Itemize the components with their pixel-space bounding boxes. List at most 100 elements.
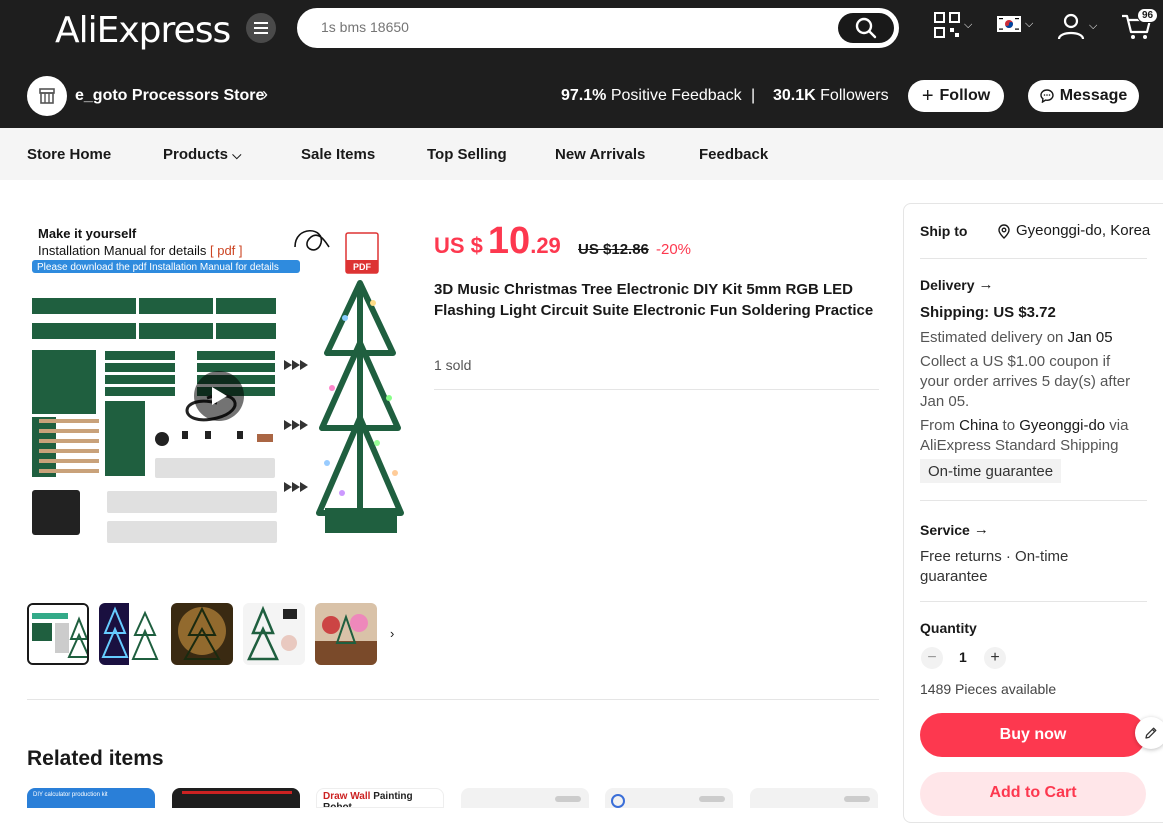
account-button[interactable]: ⌵ bbox=[1057, 12, 1097, 40]
nav-sale-items[interactable]: Sale Items bbox=[301, 146, 375, 163]
divider bbox=[920, 500, 1147, 501]
menu-button[interactable] bbox=[246, 13, 276, 43]
store-avatar[interactable] bbox=[27, 76, 67, 116]
coupon-line-2: your order arrives 5 day(s) after bbox=[920, 373, 1131, 390]
play-video-button[interactable] bbox=[194, 371, 244, 421]
pencil-icon bbox=[1145, 727, 1157, 739]
shipping-route: From China to Gyeonggi-do via bbox=[920, 416, 1128, 436]
delivery-link[interactable]: Delivery → bbox=[920, 276, 993, 293]
followers-count: 30.1K Followers bbox=[773, 87, 889, 105]
divider bbox=[920, 258, 1147, 259]
service-line-1: Free returns · On-time bbox=[920, 548, 1069, 565]
chevron-down-icon: ⌵ bbox=[1025, 17, 1034, 30]
from-to: to bbox=[998, 417, 1020, 434]
arrow-right-icon: → bbox=[973, 521, 989, 538]
current-price: US $10.29 bbox=[434, 220, 561, 263]
nav-products[interactable]: Products ⌵ bbox=[163, 146, 241, 163]
search-icon bbox=[855, 17, 877, 39]
ship-to-value: Gyeonggi-do, Korea bbox=[1016, 222, 1151, 239]
sold-count: 1 sold bbox=[434, 357, 472, 373]
chevron-down-icon: ⌵ bbox=[232, 148, 242, 162]
from-dest: Gyeonggi-do bbox=[1019, 417, 1106, 434]
location-pin-icon bbox=[998, 223, 1010, 239]
plus-icon: + bbox=[921, 84, 934, 107]
coupon-line-3: Jan 05. bbox=[920, 393, 970, 410]
price-decimal: .29 bbox=[530, 233, 561, 258]
ship-to-label: Ship to bbox=[920, 223, 968, 239]
message-label: Message bbox=[1059, 87, 1128, 104]
thumbnail-image bbox=[29, 605, 87, 663]
from-country: China bbox=[959, 417, 999, 434]
ship-to-selector[interactable]: Gyeonggi-do, Korea bbox=[998, 221, 1150, 241]
aliexpress-logo[interactable]: AliExpress bbox=[55, 10, 231, 51]
thumbnail-3[interactable] bbox=[171, 603, 233, 665]
follow-button[interactable]: + Follow bbox=[908, 80, 1004, 112]
feedback-edit-button[interactable] bbox=[1135, 717, 1163, 749]
related-item-card[interactable] bbox=[750, 788, 878, 808]
store-nav: Store Home Products ⌵ Sale Items Top Sel… bbox=[0, 128, 1163, 180]
quantity-decrease-button[interactable]: − bbox=[921, 647, 943, 669]
divider bbox=[27, 699, 879, 700]
divider: | bbox=[751, 87, 756, 104]
site-header: AliExpress ⌵ ⌵ ⌵ 96 e_goto Processors St… bbox=[0, 0, 1163, 128]
chat-bubble-icon bbox=[1040, 89, 1054, 103]
qr-code-button[interactable]: ⌵ bbox=[934, 12, 972, 38]
nav-store-home[interactable]: Store Home bbox=[27, 146, 111, 163]
gallery-heading-2-prefix: Installation Manual for details bbox=[38, 243, 210, 258]
buy-now-button[interactable]: Buy now bbox=[920, 713, 1146, 757]
est-prefix: Estimated delivery on bbox=[920, 329, 1068, 346]
related-item-card[interactable]: DIY calculator production kit bbox=[27, 788, 155, 808]
cart-count-badge: 96 bbox=[1137, 8, 1159, 23]
chevron-down-icon: ⌵ bbox=[964, 18, 973, 31]
user-icon bbox=[1057, 13, 1085, 40]
followers-value: 30.1K bbox=[773, 87, 816, 104]
search-box bbox=[297, 8, 899, 48]
related-item-text-a: Draw Wall bbox=[323, 791, 374, 802]
store-name-link[interactable]: e_goto Processors Store bbox=[75, 87, 264, 105]
thumbnail-image bbox=[243, 603, 305, 665]
message-button[interactable]: Message bbox=[1028, 80, 1139, 112]
original-price: US $12.86 bbox=[578, 241, 649, 258]
feedback-value: 97.1% bbox=[561, 87, 607, 104]
quantity-label: Quantity bbox=[920, 620, 977, 636]
follow-label: Follow bbox=[939, 87, 991, 104]
store-icon bbox=[39, 88, 55, 104]
region-selector[interactable]: ⌵ bbox=[997, 16, 1033, 32]
quantity-value[interactable]: 1 bbox=[959, 649, 967, 665]
nav-top-selling[interactable]: Top Selling bbox=[427, 146, 507, 163]
gallery-heading-1: Make it yourself bbox=[38, 226, 137, 241]
nav-products-label: Products bbox=[163, 146, 229, 163]
chevron-right-icon[interactable]: › bbox=[390, 626, 394, 641]
delivery-label: Delivery bbox=[920, 276, 975, 293]
nav-new-arrivals[interactable]: New Arrivals bbox=[555, 146, 645, 163]
chevron-right-icon[interactable]: › bbox=[262, 84, 268, 105]
arrow-right-icon: → bbox=[978, 276, 994, 293]
est-date: Jan 05 bbox=[1067, 329, 1113, 346]
service-link[interactable]: Service → bbox=[920, 521, 989, 538]
gallery-banner: Please download the pdf Installation Man… bbox=[37, 262, 279, 273]
service-line-2: guarantee bbox=[920, 568, 988, 585]
shipping-cost: Shipping: US $3.72 bbox=[920, 304, 1056, 321]
service-label: Service bbox=[920, 521, 970, 538]
gallery-heading-2-suffix: [ pdf ] bbox=[210, 243, 243, 258]
related-item-card[interactable] bbox=[605, 788, 733, 808]
related-item-card[interactable]: Draw Wall Painting Robot bbox=[316, 788, 444, 808]
estimated-delivery: Estimated delivery on Jan 05 bbox=[920, 328, 1113, 348]
price-integer: 10 bbox=[487, 220, 531, 262]
thumbnail-5[interactable] bbox=[315, 603, 377, 665]
product-title: 3D Music Christmas Tree Electronic DIY K… bbox=[434, 281, 874, 319]
from-prefix: From bbox=[920, 417, 960, 434]
nav-feedback[interactable]: Feedback bbox=[699, 146, 768, 163]
thumbnail-1[interactable] bbox=[27, 603, 89, 665]
related-item-card[interactable] bbox=[172, 788, 300, 808]
korea-flag-icon bbox=[997, 16, 1021, 32]
gallery-heading-2: Installation Manual for details [ pdf ] bbox=[38, 243, 243, 258]
thumbnail-2[interactable] bbox=[99, 603, 161, 665]
thumbnail-image bbox=[171, 603, 233, 665]
search-button[interactable] bbox=[838, 13, 894, 43]
quantity-increase-button[interactable]: + bbox=[984, 647, 1006, 669]
add-to-cart-button[interactable]: Add to Cart bbox=[920, 772, 1146, 816]
thumbnail-4[interactable] bbox=[243, 603, 305, 665]
search-input[interactable] bbox=[321, 19, 801, 35]
related-item-card[interactable] bbox=[461, 788, 589, 808]
